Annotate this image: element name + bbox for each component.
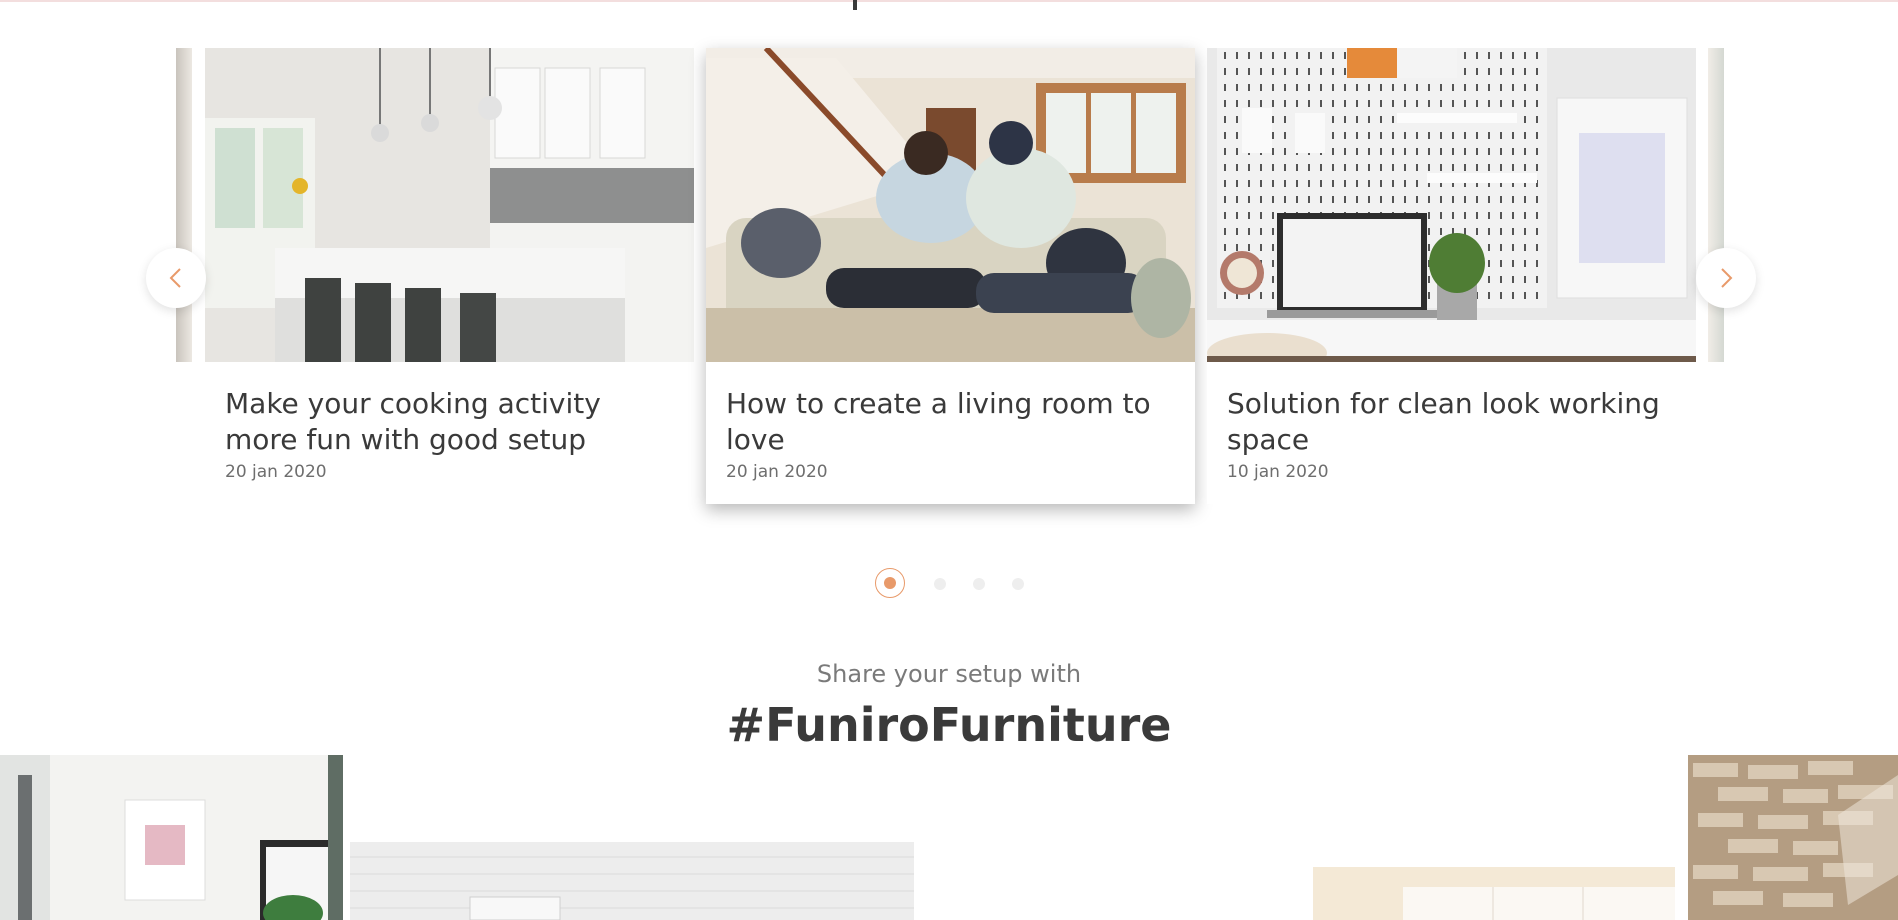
share-hashtag-title: #FuniroFurniture — [726, 698, 1172, 752]
card-date: 10 jan 2020 — [1227, 462, 1329, 482]
gallery-image-brick-wall[interactable] — [350, 842, 914, 920]
pagination-dot-active[interactable] — [875, 568, 905, 598]
chevron-left-icon — [169, 268, 181, 288]
share-subtitle: Share your setup with — [816, 660, 1082, 688]
card-title[interactable]: Solution for clean look working space — [1227, 386, 1667, 458]
card-date: 20 jan 2020 — [225, 462, 327, 482]
carousel-partial-card-left — [176, 48, 192, 362]
blog-card-living-room[interactable]: How to create a living room to love 20 j… — [706, 48, 1195, 504]
workspace-photo — [1207, 48, 1696, 362]
kitchen-photo — [205, 48, 694, 362]
pagination-dot[interactable] — [934, 578, 946, 590]
pagination-dot[interactable] — [973, 578, 985, 590]
carousel-partial-card-right — [1708, 48, 1724, 362]
carousel-prev-button[interactable] — [146, 248, 206, 308]
chevron-right-icon — [1721, 268, 1733, 288]
living-room-photo — [706, 48, 1195, 362]
section-heading-fragment — [853, 0, 857, 10]
top-divider — [0, 0, 1898, 2]
pagination-dot[interactable] — [1012, 578, 1024, 590]
blog-card-cooking[interactable]: Make your cooking activity more fun with… — [205, 48, 694, 504]
carousel-next-button[interactable] — [1696, 248, 1756, 308]
card-title[interactable]: How to create a living room to love — [726, 386, 1166, 458]
card-title[interactable]: Make your cooking activity more fun with… — [225, 386, 665, 458]
card-date: 20 jan 2020 — [726, 462, 828, 482]
gallery-image-white-room[interactable] — [0, 755, 343, 920]
gallery-image-white-cabinet[interactable] — [1313, 867, 1675, 920]
carousel-pagination — [875, 568, 1035, 600]
gallery-image-stone-wall[interactable] — [1688, 755, 1898, 920]
blog-card-workspace[interactable]: Solution for clean look working space 10… — [1207, 48, 1696, 504]
